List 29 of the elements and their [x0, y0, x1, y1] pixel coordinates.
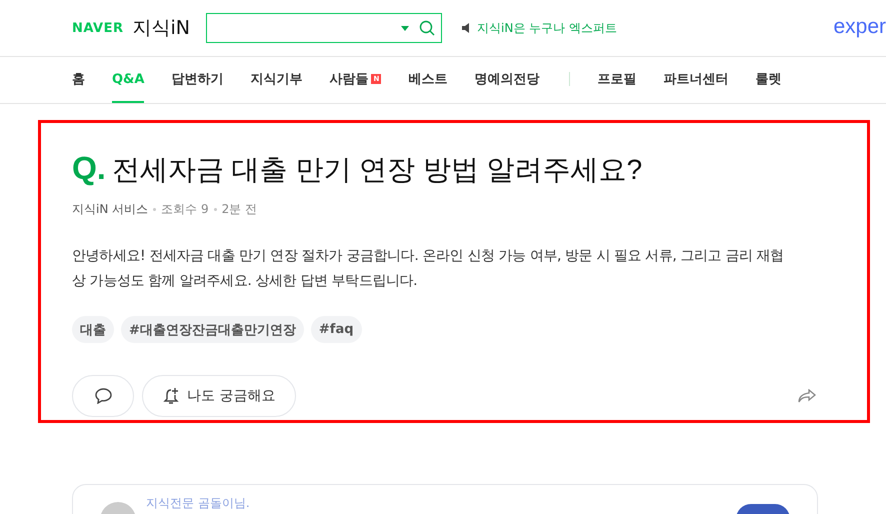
tag-chip[interactable]: #대출연장잔금대출만기연장 [121, 316, 304, 343]
tag-chip[interactable]: 대출 [72, 316, 114, 343]
share-icon[interactable] [798, 389, 816, 403]
nav-tab[interactable]: 프로필 [597, 57, 636, 103]
meta-text: 2분 전 [222, 201, 258, 218]
comment-button[interactable] [72, 375, 134, 417]
question-body: 안녕하세요! 전세자금 대출 만기 연장 절차가 궁금합니다. 온라인 신청 가능 여부, 방문 시 필요 서류, 그리고 금리 재협상 가능성도 함께 알려주세요. 상세한 답변 부탁드립니다. [72, 247, 784, 291]
speech-bubble-icon [94, 388, 112, 404]
caret-icon[interactable] [401, 26, 410, 30]
service-title[interactable]: 지식iN [132, 15, 190, 41]
nav-tab[interactable]: 베스트 [408, 57, 448, 103]
answer-author: 지식전문 곰돌이님. [146, 496, 250, 510]
bell-plus-icon [163, 387, 181, 405]
tag-chip[interactable]: #faq [310, 316, 362, 343]
nav-tab[interactable]: 답변하기 [171, 57, 224, 103]
meta-text: 조회수 9 [161, 201, 209, 218]
search-icon[interactable] [419, 20, 436, 36]
question-title: 전세자금 대출 만기 연장 방법 알려주세요? [112, 153, 642, 187]
nav-tab[interactable]: 명예의전당 [474, 57, 570, 103]
nav-tab[interactable]: 지식기부 [250, 57, 302, 103]
search-field[interactable] [206, 13, 442, 43]
question-mark: Q. [72, 150, 106, 187]
curious-button[interactable]: 나도 궁금해요 [142, 375, 296, 417]
nav-tab[interactable]: 룰렛 [755, 57, 782, 103]
nav-tab[interactable]: 파트너센터 [663, 57, 728, 103]
nav-label: 사람들 [329, 71, 368, 88]
meta-text: 지식iN 서비스 [72, 201, 148, 218]
expert-logo[interactable]: exper [833, 15, 886, 39]
nav-tab[interactable]: 홈 [72, 57, 85, 103]
